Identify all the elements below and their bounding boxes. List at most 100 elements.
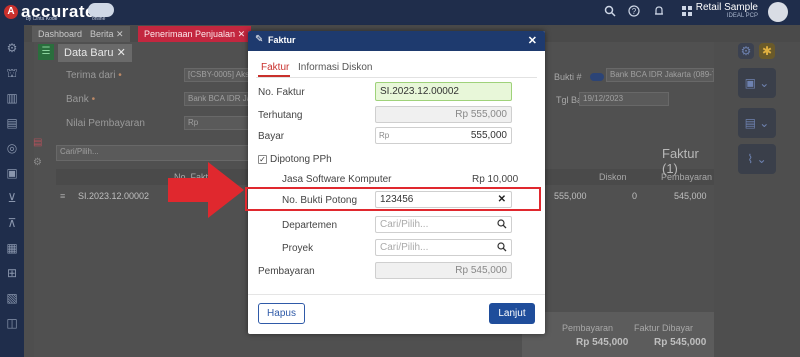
bank-right-field[interactable]: Bank BCA IDR Jakarta (089-773-... bbox=[606, 68, 714, 82]
bank-field[interactable]: Bank BCA IDR Jak... bbox=[184, 92, 254, 106]
auto-number-toggle[interactable] bbox=[590, 73, 604, 81]
attachment-button[interactable]: ⌇ ⌄ bbox=[738, 144, 776, 174]
lanjut-button[interactable]: Lanjut bbox=[489, 303, 535, 324]
tab-dashboard[interactable]: Dashboard bbox=[32, 26, 89, 42]
search-icon[interactable] bbox=[497, 242, 507, 252]
money-icon[interactable]: ◎ bbox=[4, 140, 20, 156]
row-no-faktur[interactable]: SI.2023.12.00002 bbox=[78, 191, 149, 201]
red-arrow-icon bbox=[168, 162, 244, 218]
factory-icon[interactable]: ▦ bbox=[4, 240, 20, 256]
row-pembayaran: 545,000 bbox=[674, 191, 707, 201]
close-icon[interactable]: ✕ bbox=[528, 34, 537, 47]
dialog-title: Faktur bbox=[268, 35, 296, 45]
company-icon[interactable]: ⛫ bbox=[4, 65, 20, 81]
hapus-button[interactable]: Hapus bbox=[258, 303, 305, 324]
footer-divider bbox=[248, 294, 545, 295]
cari-pilih-field[interactable]: Cari/Pilih... bbox=[56, 145, 256, 161]
print-button[interactable]: ▤ ⌄ bbox=[738, 108, 776, 138]
highlight-box bbox=[245, 187, 541, 211]
tab-divider bbox=[256, 77, 537, 78]
pph-checkbox[interactable]: ✓ bbox=[258, 155, 267, 164]
nilai-pembayaran-label: Nilai Pembayaran bbox=[66, 118, 145, 129]
bukti-label: Bukti # bbox=[554, 72, 582, 82]
tab-data-baru[interactable]: Data Baru ✕ bbox=[58, 44, 132, 62]
tab-penerimaan-penjualan[interactable]: Penerimaan Penjualan ✕ bbox=[138, 26, 252, 42]
currency-prefix: Rp bbox=[379, 131, 390, 140]
departemen-label: Departemen bbox=[282, 220, 338, 231]
proyek-placeholder: Cari/Pilih... bbox=[380, 242, 429, 253]
row-handle-icon[interactable]: ≡ bbox=[60, 191, 65, 201]
box-icon[interactable]: ▣ bbox=[4, 165, 20, 181]
bank-label: Bank • bbox=[66, 94, 96, 105]
document-red-icon[interactable]: ▤ bbox=[33, 137, 42, 148]
search-icon[interactable] bbox=[603, 5, 617, 19]
jasa-value: Rp 10,000 bbox=[472, 174, 519, 185]
tgl-bayar-field[interactable]: 19/12/2023 bbox=[579, 92, 669, 106]
pencil-icon: ✎ bbox=[255, 34, 264, 45]
departemen-field[interactable]: Cari/Pilih... bbox=[375, 216, 512, 233]
avatar[interactable] bbox=[768, 2, 788, 22]
grid-icon[interactable] bbox=[680, 5, 694, 19]
save-icon: ▣ ⌄ bbox=[744, 76, 770, 90]
summary-faktur-label: Faktur Dibayar bbox=[634, 323, 694, 333]
bell-icon[interactable] bbox=[652, 5, 666, 19]
cloud-subtitle: online bbox=[92, 16, 106, 22]
bank-icon[interactable]: ⊞ bbox=[4, 265, 20, 281]
sidebar: ⚙ ⛫ ▥ ▤ ◎ ▣ ⊻ ⊼ ▦ ⊞ ▧ ◫ bbox=[0, 25, 24, 357]
dialog-header: ✎ Faktur ✕ bbox=[248, 31, 545, 51]
cloud-icon bbox=[88, 3, 114, 17]
help-icon[interactable]: ? bbox=[627, 5, 641, 19]
bayar-field[interactable]: Rp 555,000 bbox=[375, 127, 512, 144]
departemen-placeholder: Cari/Pilih... bbox=[380, 219, 429, 230]
chart-icon[interactable]: ◫ bbox=[4, 315, 20, 331]
report-icon[interactable]: ▧ bbox=[4, 290, 20, 306]
faktur-dialog: ✎ Faktur ✕ Faktur Informasi Diskon No. F… bbox=[248, 31, 545, 334]
close-icon[interactable]: ✕ bbox=[238, 29, 246, 39]
document-icon: ▤ ⌄ bbox=[744, 116, 770, 130]
nilai-pembayaran-field[interactable]: Rp bbox=[184, 116, 254, 130]
settings-button[interactable]: ⚙ bbox=[738, 43, 754, 59]
col-diskon: Diskon bbox=[599, 172, 627, 182]
no-faktur-label: No. Faktur bbox=[258, 87, 305, 98]
summary-box bbox=[522, 312, 714, 357]
favorite-button[interactable]: ✱ bbox=[759, 43, 775, 59]
pembayaran-field: Rp 545,000 bbox=[375, 262, 512, 279]
gear-icon[interactable]: ⚙ bbox=[33, 157, 42, 168]
user-name[interactable]: Retail Sample bbox=[696, 2, 758, 13]
menu-icon[interactable]: ☰ bbox=[38, 44, 54, 60]
tab-berita[interactable]: Berita ✕ bbox=[84, 26, 130, 42]
svg-text:?: ? bbox=[632, 7, 637, 16]
tab-faktur[interactable]: Faktur bbox=[261, 62, 289, 73]
terhutang-field: Rp 555,000 bbox=[375, 106, 512, 123]
summary-faktur-value: Rp 545,000 bbox=[654, 337, 707, 348]
proyek-label: Proyek bbox=[282, 243, 314, 254]
star-icon: ✱ bbox=[761, 44, 773, 58]
building-icon[interactable]: ▥ bbox=[4, 90, 20, 106]
close-icon[interactable]: ✕ bbox=[116, 29, 124, 39]
document-icon[interactable]: ▤ bbox=[4, 115, 20, 131]
logo-mark-icon: A bbox=[4, 5, 18, 19]
no-faktur-field[interactable]: SI.2023.12.00002 bbox=[375, 82, 512, 101]
pph-label[interactable]: Dipotong PPh bbox=[270, 154, 332, 165]
cart-icon[interactable]: ⊻ bbox=[4, 190, 20, 206]
close-icon[interactable]: ✕ bbox=[117, 47, 126, 59]
cart-out-icon[interactable]: ⊼ bbox=[4, 215, 20, 231]
logo-subtitle: by Cinta Kode bbox=[26, 16, 58, 22]
save-button[interactable]: ▣ ⌄ bbox=[738, 68, 776, 98]
summary-pembayaran-value: Rp 545,000 bbox=[576, 337, 629, 348]
tab-informasi-diskon[interactable]: Informasi Diskon bbox=[298, 62, 372, 73]
terima-dari-label: Terima dari • bbox=[66, 70, 122, 81]
jasa-label: Jasa Software Komputer bbox=[282, 174, 392, 185]
paperclip-icon: ⌇ ⌄ bbox=[747, 152, 767, 166]
summary-pembayaran-label: Pembayaran bbox=[562, 323, 614, 333]
terima-dari-field[interactable]: [CSBY-0005] Aks... bbox=[184, 68, 254, 82]
pembayaran-label: Pembayaran bbox=[258, 266, 315, 277]
top-bar: A accurate by Cinta Kode online ? Retail… bbox=[0, 0, 800, 25]
search-icon[interactable] bbox=[497, 219, 507, 229]
settings-icon[interactable]: ⚙ bbox=[4, 40, 20, 56]
row-terhutang: 555,000 bbox=[554, 191, 587, 201]
terhutang-label: Terhutang bbox=[258, 110, 303, 121]
proyek-field[interactable]: Cari/Pilih... bbox=[375, 239, 512, 256]
bayar-label: Bayar bbox=[258, 131, 285, 142]
bayar-value: 555,000 bbox=[470, 130, 507, 141]
